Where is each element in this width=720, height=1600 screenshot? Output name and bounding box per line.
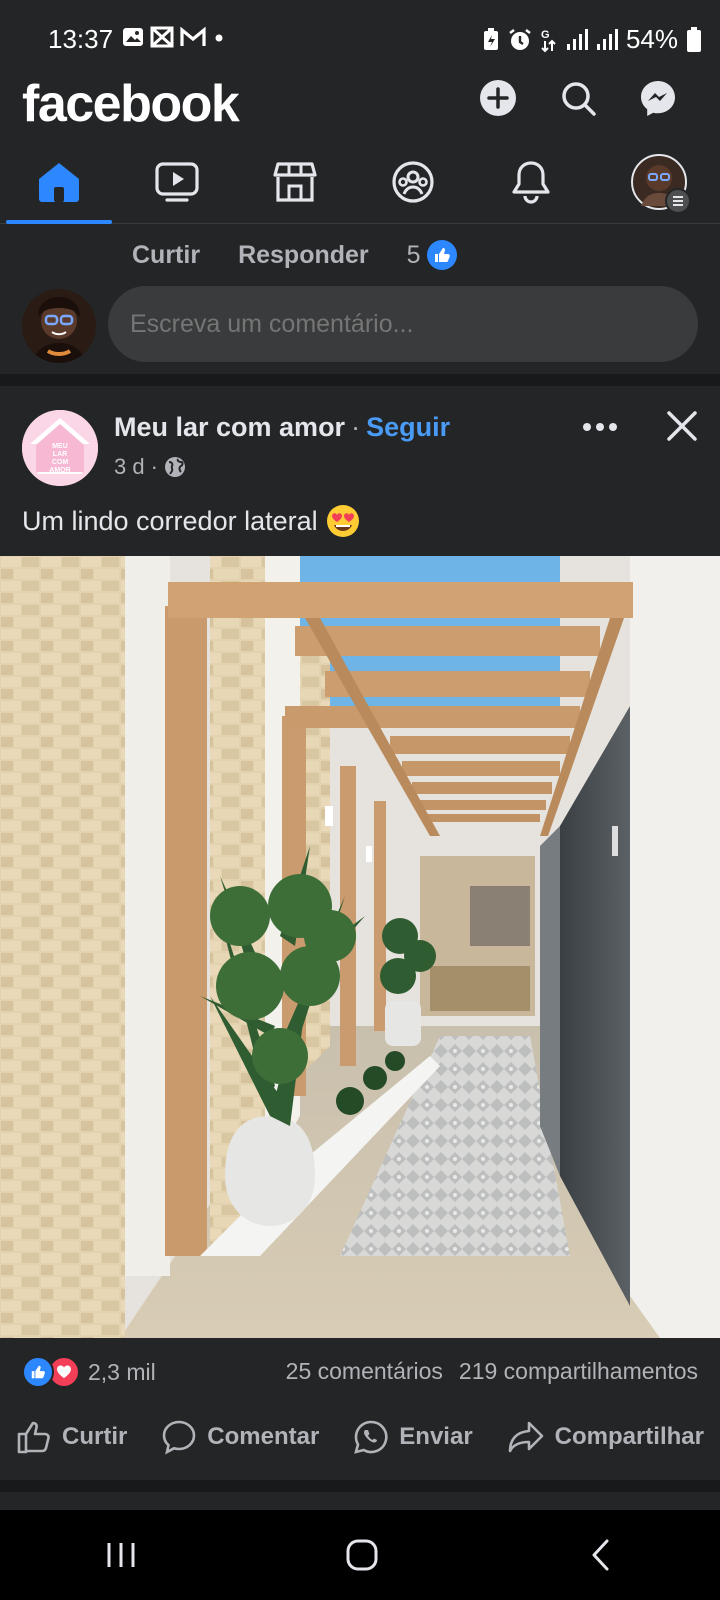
post-time[interactable]: 3 d xyxy=(114,454,145,480)
globe-icon xyxy=(164,457,185,477)
status-time: 13:37 xyxy=(48,24,114,54)
video-icon xyxy=(155,162,199,202)
like-reaction-icon xyxy=(426,240,457,270)
gmail-icon xyxy=(180,26,206,46)
gallery-icon xyxy=(123,28,143,46)
tab-marketplace[interactable] xyxy=(236,140,354,224)
svg-text:MEU: MEU xyxy=(52,443,68,450)
search-icon xyxy=(562,82,596,116)
app-header: facebook xyxy=(0,75,720,140)
heart-eyes-emoji xyxy=(326,505,359,537)
send-whatsapp-button[interactable]: Enviar xyxy=(353,1419,473,1455)
svg-text:G: G xyxy=(541,29,550,41)
signal-icon xyxy=(566,28,588,50)
post-image[interactable] xyxy=(0,556,720,1338)
comment-like-button[interactable]: Curtir xyxy=(132,241,200,270)
share-icon xyxy=(508,1421,543,1453)
groups-icon xyxy=(392,161,434,203)
main-tabs xyxy=(0,140,720,224)
page-name[interactable]: Meu lar com amor xyxy=(114,412,345,443)
comment-icon xyxy=(162,1420,196,1455)
profile-avatar xyxy=(631,154,691,214)
svg-text:LAR: LAR xyxy=(53,451,67,458)
feed-post: MEU LAR COM AMOR Meu lar com amor · Segu… xyxy=(0,386,720,1480)
bell-icon xyxy=(512,161,550,204)
menu-icon xyxy=(665,188,691,214)
comment-reply-button[interactable]: Responder xyxy=(238,241,369,270)
page-avatar[interactable]: MEU LAR COM AMOR xyxy=(22,410,98,486)
follow-button[interactable]: Seguir xyxy=(366,412,450,443)
signal-icon xyxy=(596,28,618,50)
comment-input[interactable] xyxy=(108,286,698,362)
home-nav-icon[interactable] xyxy=(345,1538,379,1572)
back-icon[interactable] xyxy=(586,1538,616,1572)
recent-apps-icon[interactable] xyxy=(104,1540,138,1570)
svg-text:COM: COM xyxy=(52,459,69,466)
hide-post-button[interactable] xyxy=(662,406,702,446)
shares-count[interactable]: 219 compartilhamentos xyxy=(459,1358,698,1385)
marketplace-icon xyxy=(273,162,317,202)
notification-icon xyxy=(150,26,174,48)
post-more-button[interactable] xyxy=(580,412,620,442)
create-button[interactable] xyxy=(478,78,518,118)
like-reaction-icon xyxy=(22,1356,54,1388)
messenger-button[interactable] xyxy=(638,78,678,118)
comment-like-count[interactable]: 5 xyxy=(407,240,457,270)
post-stats: 2,3 mil 25 comentários 219 compartilhame… xyxy=(0,1352,720,1396)
reactions-summary[interactable]: 2,3 mil xyxy=(22,1356,156,1388)
svg-text:AMOR: AMOR xyxy=(49,467,70,474)
battery-percent: 54% xyxy=(625,24,678,54)
tab-video[interactable] xyxy=(118,140,236,224)
alarm-icon xyxy=(509,28,531,50)
more-icon xyxy=(583,423,617,431)
tab-notifications[interactable] xyxy=(472,140,590,224)
comment-section: Curtir Responder 5 xyxy=(0,224,720,374)
comment-button[interactable]: Comentar xyxy=(161,1419,319,1455)
reaction-count: 2,3 mil xyxy=(88,1358,156,1385)
tab-profile-menu[interactable] xyxy=(600,140,718,224)
like-button[interactable]: Curtir xyxy=(16,1420,127,1454)
post-caption: Um lindo corredor lateral xyxy=(22,505,318,536)
corridor-photo xyxy=(0,556,720,1338)
user-avatar xyxy=(22,289,96,363)
facebook-logo[interactable]: facebook xyxy=(22,74,240,134)
home-icon xyxy=(39,163,79,202)
battery-icon xyxy=(687,26,701,52)
system-nav-bar xyxy=(0,1510,720,1600)
dot-icon xyxy=(215,34,223,42)
tab-groups[interactable] xyxy=(354,140,472,224)
messenger-icon xyxy=(641,81,675,116)
thumbs-up-icon xyxy=(17,1421,50,1454)
separator: · xyxy=(351,412,361,442)
next-post-edge xyxy=(0,1492,720,1510)
close-icon xyxy=(667,411,697,441)
tab-home[interactable] xyxy=(0,140,118,224)
status-bar: 13:37 G 54% xyxy=(0,0,720,78)
post-action-bar: Curtir Comentar Enviar Compartilhar xyxy=(0,1406,720,1468)
whatsapp-icon xyxy=(354,1420,388,1454)
share-button[interactable]: Compartilhar xyxy=(507,1420,704,1454)
data-icon: G xyxy=(541,29,556,52)
add-icon xyxy=(480,80,516,116)
battery-saver-icon xyxy=(483,27,498,50)
comments-count[interactable]: 25 comentários xyxy=(286,1358,443,1385)
search-button[interactable] xyxy=(558,78,598,118)
